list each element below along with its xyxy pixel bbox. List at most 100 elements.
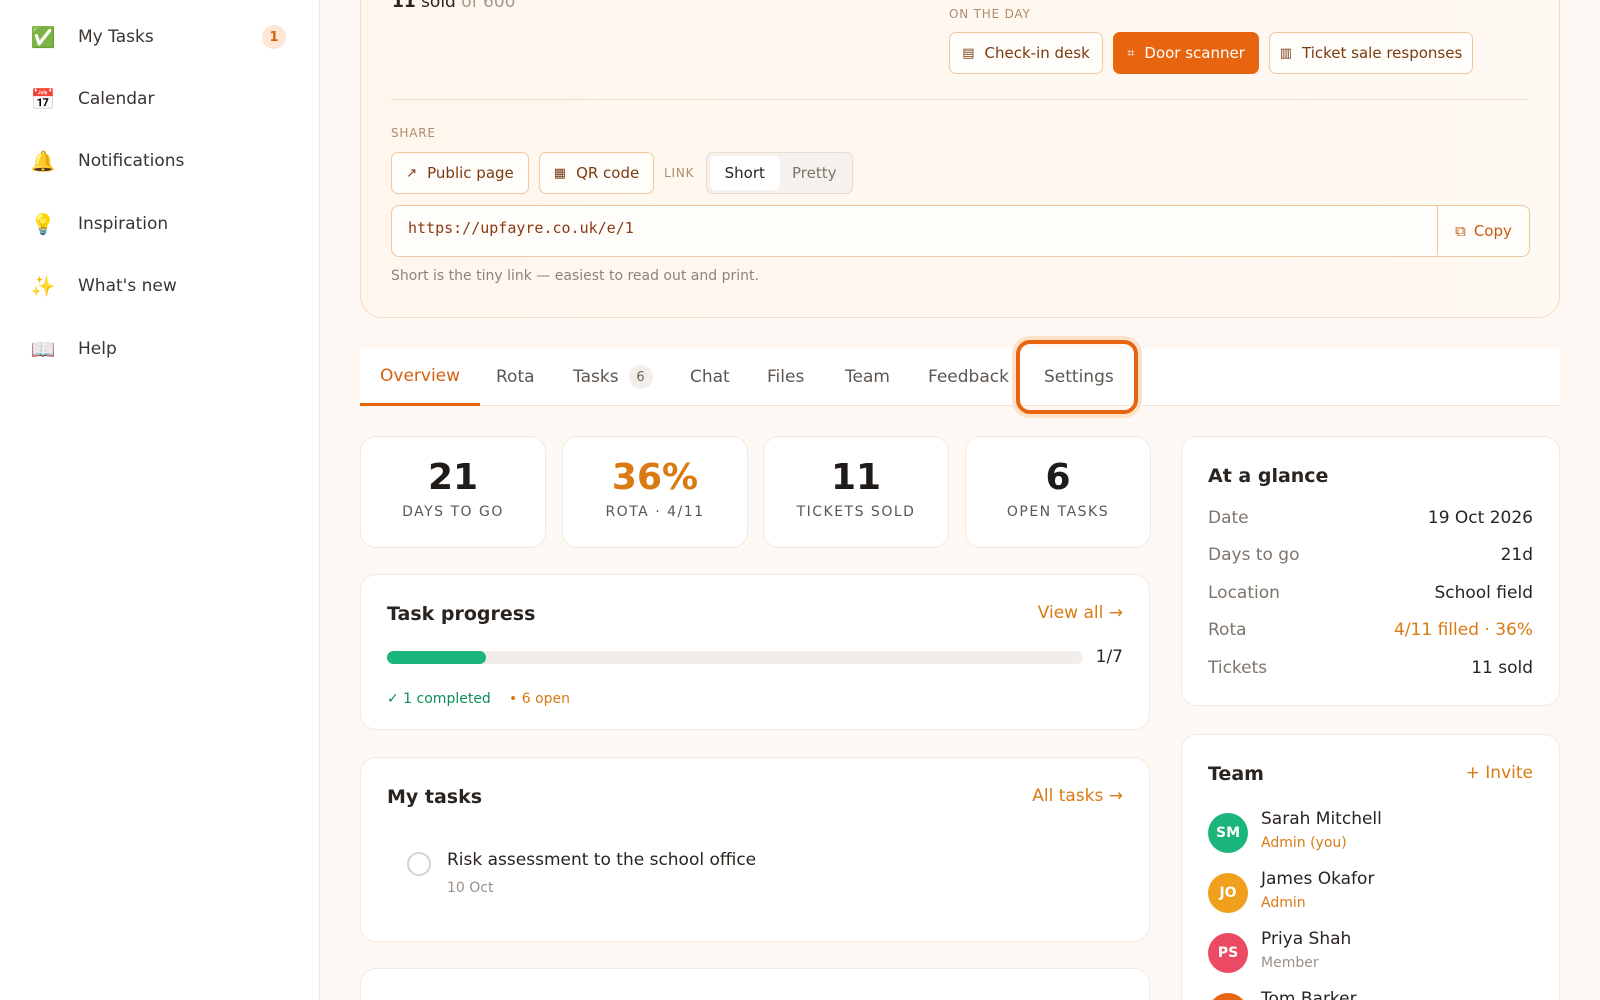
qr-code-icon: ▦: [553, 165, 567, 181]
open-count: • 6 open: [509, 691, 571, 707]
sidebar-item-label: Calendar: [78, 89, 155, 109]
invite-link[interactable]: + Invite: [1466, 763, 1533, 783]
stat-label: TICKETS SOLD: [796, 504, 916, 520]
task-count-badge: 1: [262, 25, 286, 49]
copy-label: Copy: [1473, 221, 1512, 240]
tickets-total: of 600: [461, 0, 516, 12]
member-name: Sarah Mitchell: [1261, 809, 1382, 829]
stat-rota: 36% ROTA · 4/11: [562, 436, 748, 548]
tab-files[interactable]: Files: [767, 348, 804, 406]
bell-icon: 🔔: [30, 149, 56, 173]
sidebar-item-inspiration[interactable]: 💡 Inspiration: [18, 200, 298, 248]
view-all-tasks-link[interactable]: View all →: [1038, 603, 1123, 623]
ticket-sale-responses-label: Ticket sale responses: [1302, 44, 1463, 62]
link-style-toggle: Short Pretty: [706, 152, 853, 194]
sidebar-item-label: Notifications: [78, 151, 185, 171]
member-role: Admin: [1261, 895, 1306, 911]
task-progress-title: Task progress: [387, 603, 536, 625]
stat-value: 21: [427, 457, 479, 498]
glance-value: School field: [1434, 583, 1533, 603]
tab-tasks-label: Tasks: [573, 367, 619, 387]
my-tasks-title: My tasks: [387, 786, 483, 808]
calendar-icon: 📅: [30, 87, 56, 111]
task-checkbox[interactable]: [407, 852, 431, 876]
sidebar-item-whats-new[interactable]: ✨ What's new: [18, 262, 298, 310]
link-hint-text: Short is the tiny link — easiest to read…: [391, 268, 759, 284]
tab-tasks[interactable]: Tasks 6: [573, 348, 653, 406]
settings-tab-highlight: [1016, 340, 1138, 414]
sidebar-item-label: Inspiration: [78, 214, 169, 234]
glance-row-date: Date 19 Oct 2026: [1208, 508, 1533, 532]
qr-code-button[interactable]: ▦ QR code: [539, 152, 654, 194]
share-url-field[interactable]: https://upfayre.co.uk/e/1 ⧉ Copy: [391, 205, 1530, 257]
check-in-desk-button[interactable]: ▤ Check-in desk: [949, 32, 1103, 74]
sidebar-item-help[interactable]: 📖 Help: [18, 325, 298, 373]
tab-overview[interactable]: Overview: [360, 348, 481, 406]
ticket-sale-responses-button[interactable]: ▥ Ticket sale responses: [1269, 32, 1473, 74]
tab-rota[interactable]: Rota: [496, 348, 535, 406]
stat-label: ROTA · 4/11: [605, 504, 705, 520]
member-name: James Okafor: [1261, 869, 1375, 889]
sidebar: ✅ My Tasks 1 📅 Calendar 🔔 Notifications …: [0, 0, 320, 1000]
member-role: Member: [1261, 955, 1319, 971]
stat-open-tasks: 6 OPEN TASKS: [965, 436, 1151, 548]
task-progress-card: Task progress View all → 1/7 ✓ 1 complet…: [360, 574, 1150, 730]
stat-value: 6: [1045, 457, 1071, 498]
stat-days-to-go: 21 DAYS TO GO: [360, 436, 546, 548]
glance-key: Days to go: [1208, 545, 1300, 565]
sparkles-icon: ✨: [30, 274, 56, 298]
sidebar-item-notifications[interactable]: 🔔 Notifications: [18, 137, 298, 185]
member-name: Priya Shah: [1261, 929, 1352, 949]
all-tasks-link[interactable]: All tasks →: [1032, 786, 1123, 806]
public-page-label: Public page: [427, 164, 514, 182]
sidebar-item-label: My Tasks: [78, 27, 154, 47]
tab-feedback[interactable]: Feedback: [928, 348, 1009, 406]
public-page-button[interactable]: ↗ Public page: [391, 152, 529, 194]
at-a-glance-title: At a glance: [1208, 465, 1329, 487]
event-tabs: Overview Rota Tasks 6 Chat Files Team Fe…: [360, 348, 1560, 406]
glance-value: 19 Oct 2026: [1427, 508, 1533, 528]
glance-row-rota: Rota 4/11 filled · 36%: [1208, 620, 1533, 644]
glance-row-tickets: Tickets 11 sold: [1208, 658, 1533, 682]
glance-row-location: Location School field: [1208, 583, 1533, 607]
stat-tickets-sold: 11 TICKETS SOLD: [763, 436, 949, 548]
tickets-sold-word: sold: [421, 0, 456, 12]
tasks-count-badge: 6: [628, 365, 653, 389]
door-scanner-button[interactable]: ⌗ Door scanner: [1113, 32, 1259, 74]
glance-key: Rota: [1208, 620, 1247, 640]
glance-value: 21d: [1500, 545, 1533, 565]
member-role: Admin (you): [1261, 835, 1347, 851]
team-card: Team + Invite SM Sarah Mitchell Admin (y…: [1181, 734, 1560, 1000]
external-link-icon: ↗: [406, 165, 418, 181]
check-in-desk-label: Check-in desk: [984, 44, 1090, 62]
tab-chat[interactable]: Chat: [690, 348, 730, 406]
glance-key: Tickets: [1208, 658, 1268, 678]
link-option-short[interactable]: Short: [710, 156, 780, 190]
stat-label: OPEN TASKS: [1006, 504, 1110, 520]
book-icon: 📖: [30, 337, 56, 361]
sidebar-item-my-tasks[interactable]: ✅ My Tasks 1: [18, 13, 298, 61]
task-due-date: 10 Oct: [447, 880, 494, 896]
completed-count: ✓ 1 completed: [387, 691, 491, 707]
tickets-sold-summary: 11 sold of 600: [392, 0, 516, 12]
team-title: Team: [1208, 763, 1264, 785]
link-label: LINK: [664, 166, 695, 180]
clipboard-icon: ▤: [962, 45, 975, 61]
task-progress-fill: [387, 651, 487, 664]
link-option-pretty[interactable]: Pretty: [780, 156, 850, 190]
glance-key: Date: [1208, 508, 1249, 528]
sidebar-item-calendar[interactable]: 📅 Calendar: [18, 75, 298, 123]
qr-code-label: QR code: [576, 164, 640, 182]
avatar: SM: [1208, 813, 1248, 853]
share-url-text: https://upfayre.co.uk/e/1: [408, 219, 634, 237]
door-scanner-label: Door scanner: [1144, 44, 1245, 62]
task-title[interactable]: Risk assessment to the school office: [447, 850, 756, 870]
qr-scan-icon: ⌗: [1127, 45, 1135, 61]
my-tasks-card: My tasks All tasks → Risk assessment to …: [360, 757, 1150, 942]
glance-key: Location: [1208, 583, 1280, 603]
tab-team[interactable]: Team: [845, 348, 890, 406]
check-box-icon: ✅: [30, 25, 56, 49]
at-a-glance-card: At a glance Date 19 Oct 2026 Days to go …: [1181, 436, 1560, 706]
glance-value: 4/11 filled · 36%: [1394, 620, 1533, 640]
copy-link-button[interactable]: ⧉ Copy: [1437, 206, 1529, 255]
